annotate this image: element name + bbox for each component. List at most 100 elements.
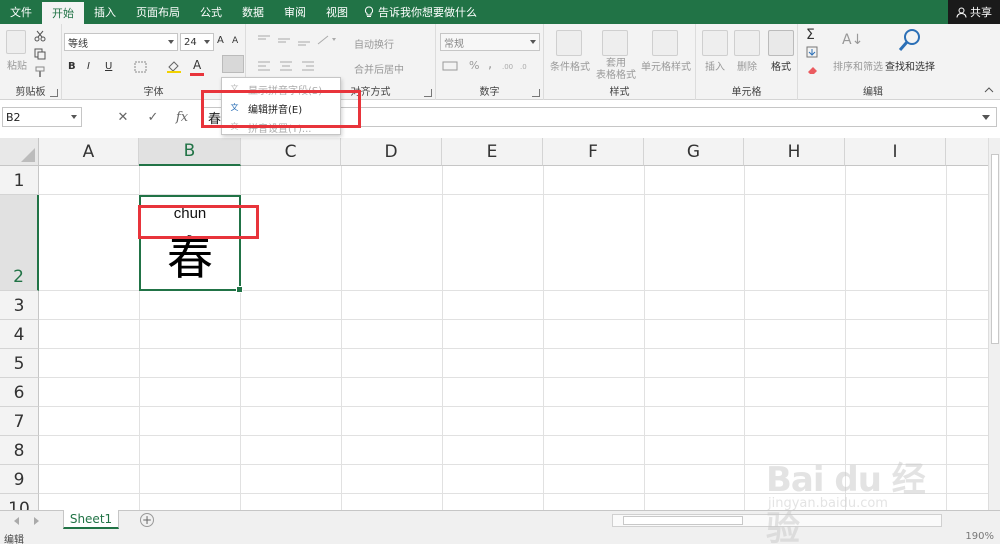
name-box-value: B2 bbox=[6, 110, 21, 124]
row-header-2[interactable]: 2 bbox=[0, 195, 39, 291]
cancel-entry-button[interactable]: ✕ bbox=[112, 107, 134, 127]
insert-cells-button[interactable]: 插入 bbox=[702, 58, 728, 73]
tell-me-text: 告诉我你想要做什么 bbox=[378, 6, 477, 19]
number-format-value: 常规 bbox=[444, 38, 464, 50]
format-painter-icon[interactable] bbox=[34, 66, 46, 78]
shrink-font-button[interactable]: A bbox=[232, 36, 238, 46]
select-all-corner[interactable] bbox=[0, 138, 39, 166]
find-select-icon bbox=[898, 29, 920, 51]
find-select-button[interactable]: 查找和选择 bbox=[882, 58, 938, 73]
accounting-format-icon[interactable] bbox=[442, 60, 460, 72]
clear-icon[interactable] bbox=[806, 64, 820, 76]
zoom-level[interactable]: 190% bbox=[965, 531, 994, 542]
row-header-9[interactable]: 9 bbox=[0, 465, 39, 494]
tab-insert[interactable]: 插入 bbox=[84, 0, 126, 24]
decimal-icons[interactable]: .00 .0 bbox=[502, 60, 538, 72]
column-header-b[interactable]: B bbox=[139, 138, 241, 166]
paste-icon bbox=[6, 30, 26, 54]
gridline bbox=[744, 166, 745, 510]
tab-file[interactable]: 文件 bbox=[0, 0, 42, 24]
insert-function-button[interactable]: fx bbox=[171, 107, 193, 127]
fill-icon[interactable] bbox=[806, 46, 820, 58]
confirm-entry-button[interactable]: ✓ bbox=[142, 107, 164, 127]
name-box[interactable]: B2 bbox=[2, 107, 82, 127]
column-header-h[interactable]: H bbox=[744, 138, 845, 166]
group-font: 等线 24 A A B I U A 字体 bbox=[62, 24, 246, 100]
fill-color-icon[interactable] bbox=[166, 59, 182, 73]
row-header-3[interactable]: 3 bbox=[0, 291, 39, 320]
vertical-align-icons[interactable] bbox=[256, 34, 316, 46]
insert-cells-icon bbox=[702, 30, 728, 56]
gridline bbox=[39, 435, 988, 436]
tab-home[interactable]: 开始 bbox=[42, 2, 84, 24]
format-as-table-button[interactable]: 套用 表格格式 bbox=[592, 58, 640, 82]
font-color-button[interactable]: A bbox=[193, 58, 201, 72]
orientation-icon[interactable] bbox=[316, 34, 338, 46]
bold-button[interactable]: B bbox=[68, 61, 76, 72]
horizontal-align-icons[interactable] bbox=[256, 60, 336, 72]
font-name-combo[interactable]: 等线 bbox=[64, 33, 178, 51]
conditional-format-button[interactable]: 条件格式 bbox=[546, 58, 594, 73]
column-header-g[interactable]: G bbox=[644, 138, 744, 166]
column-header-a[interactable]: A bbox=[39, 138, 139, 166]
tell-me-box[interactable]: 告诉我你想要做什么 bbox=[358, 0, 477, 24]
number-launcher-icon[interactable] bbox=[532, 89, 540, 97]
share-button[interactable]: 共享 bbox=[948, 0, 1000, 24]
row-header-5[interactable]: 5 bbox=[0, 349, 39, 378]
column-header-d[interactable]: D bbox=[341, 138, 442, 166]
sort-filter-button[interactable]: 排序和筛选 bbox=[828, 58, 888, 73]
underline-button[interactable]: U bbox=[105, 61, 112, 72]
column-header-i[interactable]: I bbox=[845, 138, 946, 166]
row-header-4[interactable]: 4 bbox=[0, 320, 39, 349]
horizontal-scroll-thumb[interactable] bbox=[623, 516, 743, 525]
row-header-7[interactable]: 7 bbox=[0, 407, 39, 436]
italic-button[interactable]: I bbox=[87, 61, 90, 72]
share-label: 共享 bbox=[970, 6, 992, 19]
clipboard-launcher-icon[interactable] bbox=[50, 89, 58, 97]
vertical-scrollbar[interactable] bbox=[988, 138, 1000, 510]
grow-font-button[interactable]: A bbox=[217, 35, 224, 46]
borders-icon[interactable] bbox=[134, 61, 148, 73]
column-header-c[interactable]: C bbox=[241, 138, 341, 166]
percent-button[interactable]: % bbox=[469, 59, 479, 72]
font-size-combo[interactable]: 24 bbox=[180, 33, 214, 51]
vertical-scroll-thumb[interactable] bbox=[991, 154, 999, 344]
wrap-text-button[interactable]: 自动换行 bbox=[354, 36, 394, 51]
status-mode: 编辑 bbox=[4, 535, 24, 544]
cell-styles-button[interactable]: 单元格样式 bbox=[640, 58, 692, 73]
tab-formulas[interactable]: 公式 bbox=[190, 0, 232, 24]
row-header-10[interactable]: 10 bbox=[0, 494, 39, 510]
copy-icon[interactable] bbox=[34, 48, 46, 60]
gridline bbox=[442, 166, 443, 510]
column-header-f[interactable]: F bbox=[543, 138, 644, 166]
tab-page-layout[interactable]: 页面布局 bbox=[126, 0, 190, 24]
gridline bbox=[39, 377, 988, 378]
number-format-combo[interactable]: 常规 bbox=[440, 33, 540, 51]
row-header-6[interactable]: 6 bbox=[0, 378, 39, 407]
cut-icon[interactable] bbox=[34, 30, 46, 42]
sheet-tab-sheet1[interactable]: Sheet1 bbox=[63, 510, 119, 529]
tab-data[interactable]: 数据 bbox=[232, 0, 274, 24]
prev-sheet-icon[interactable] bbox=[14, 517, 19, 525]
phonetic-guide-button[interactable] bbox=[222, 55, 244, 73]
add-sheet-button[interactable]: + bbox=[140, 513, 154, 527]
format-cells-button[interactable]: 格式 bbox=[766, 58, 796, 73]
delete-cells-button[interactable]: 删除 bbox=[734, 58, 760, 73]
merge-center-button[interactable]: 合并后居中 bbox=[354, 61, 404, 76]
autosum-icon[interactable]: Σ bbox=[806, 27, 815, 43]
tab-review[interactable]: 审阅 bbox=[274, 0, 316, 24]
column-header-e[interactable]: E bbox=[442, 138, 543, 166]
row-header-8[interactable]: 8 bbox=[0, 436, 39, 465]
group-styles: 条件格式 套用 表格格式 单元格样式 样式 bbox=[544, 24, 696, 100]
comma-button[interactable]: , bbox=[488, 57, 492, 72]
row-header-1[interactable]: 1 bbox=[0, 166, 39, 195]
gridline bbox=[644, 166, 645, 510]
tab-view[interactable]: 视图 bbox=[316, 0, 358, 24]
collapse-ribbon-icon[interactable] bbox=[984, 86, 994, 94]
paste-button[interactable]: 粘贴 bbox=[4, 57, 30, 72]
next-sheet-icon[interactable] bbox=[34, 517, 39, 525]
group-editing: Σ A↓ 排序和筛选 查找和选择 编辑 bbox=[798, 24, 1000, 100]
conditional-format-icon bbox=[556, 30, 582, 56]
alignment-launcher-icon[interactable] bbox=[424, 89, 432, 97]
number-group-label: 数字 bbox=[479, 87, 500, 98]
